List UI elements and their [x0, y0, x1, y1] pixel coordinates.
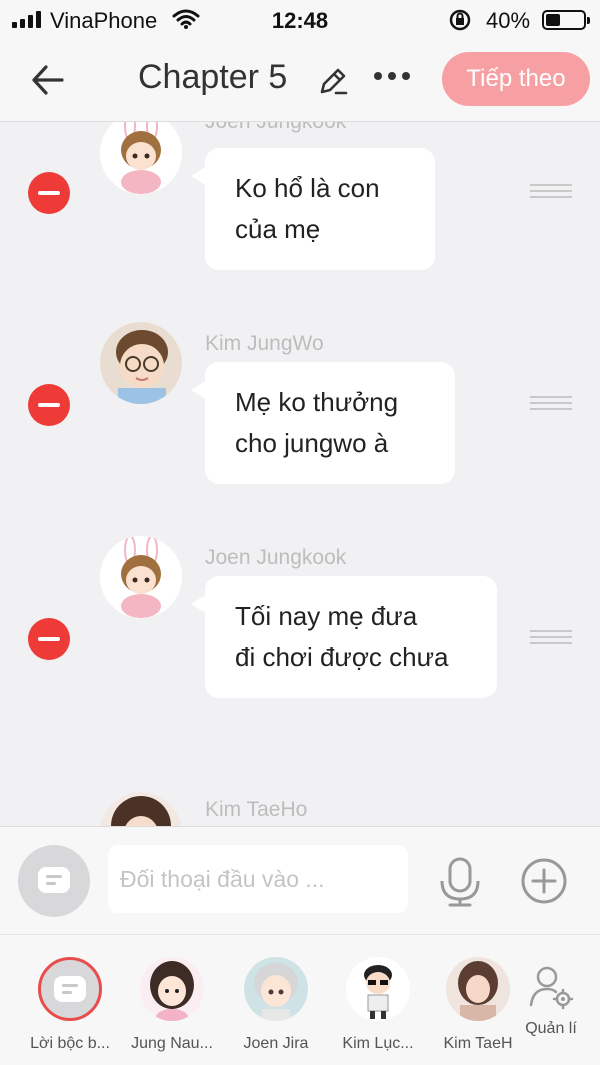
message-bubble[interactable]: Ko hổ là con của mẹ: [191, 148, 435, 270]
remove-message-button[interactable]: [28, 384, 70, 426]
remove-message-button[interactable]: [28, 172, 70, 214]
avatar[interactable]: [100, 122, 182, 194]
glasses-kid-avatar: [100, 322, 182, 404]
more-options-button[interactable]: [374, 72, 410, 80]
narration-icon: [38, 957, 102, 1021]
silver-hair-avatar: [244, 957, 308, 1021]
bunny-boy-avatar: [100, 536, 182, 618]
message-text: cho jungwo à: [235, 428, 389, 458]
sender-name: Kim JungWo: [205, 332, 324, 355]
character-name: Kim Lục...: [342, 1035, 414, 1052]
drag-handle[interactable]: [530, 396, 572, 414]
character-joen-jira[interactable]: Joen Jira: [228, 957, 324, 1053]
character-name: Joen Jira: [243, 1035, 309, 1052]
character-name: Quản lí: [525, 1020, 577, 1037]
avatar[interactable]: [100, 536, 182, 618]
character-bar: Lời bộc b... Jung Nau... Joen Jira Kim L…: [0, 934, 600, 1065]
next-button[interactable]: Tiếp theo: [442, 52, 590, 106]
photo-girl-avatar: [446, 957, 510, 1021]
message-text: Ko hổ là con: [235, 173, 380, 203]
sender-name: Kim TaeHo: [205, 798, 308, 821]
drag-handle[interactable]: [530, 630, 572, 648]
bunny-boy-avatar: [100, 122, 182, 194]
battery-percent: 40%: [486, 8, 531, 33]
character-name: Lời bộc b...: [30, 1035, 110, 1052]
manage-characters-button[interactable]: Quản lí: [506, 957, 596, 1038]
add-circle-icon[interactable]: [520, 857, 568, 905]
girl-char-avatar: [140, 957, 204, 1021]
battery-icon: [542, 10, 590, 30]
microphone-icon[interactable]: [436, 857, 484, 907]
chat-list: Joen Jungkook Ko hổ là con của mẹ Kim Ju…: [0, 122, 600, 826]
character-name: Jung Nau...: [131, 1035, 213, 1052]
girl-avatar: [100, 792, 182, 826]
avatar[interactable]: [100, 792, 182, 826]
character-narration[interactable]: Lời bộc b...: [22, 957, 118, 1053]
message-input-bar: [0, 826, 600, 934]
dialog-input[interactable]: [108, 845, 408, 913]
sender-name: Joen Jungkook: [205, 122, 346, 134]
avatar[interactable]: [100, 322, 182, 404]
sunglasses-avatar: [346, 957, 410, 1021]
message-text: của mẹ: [235, 214, 321, 244]
remove-message-button[interactable]: [28, 618, 70, 660]
speech-bubble-icon: [38, 867, 70, 893]
pencil-icon[interactable]: [316, 64, 350, 98]
status-bar: VinaPhone 12:48 40%: [0, 0, 600, 40]
message-bubble[interactable]: Mẹ ko thưởng cho jungwo à: [191, 362, 455, 484]
manage-user-icon: [529, 966, 574, 1010]
rotation-lock-icon: [449, 9, 471, 31]
character-kim-luc[interactable]: Kim Lục...: [330, 957, 426, 1053]
message-text: Tối nay mẹ đưa: [235, 601, 418, 631]
message-text: đi chơi được chưa: [235, 642, 449, 672]
page-title: Chapter 5: [138, 58, 288, 96]
message-text: Mẹ ko thưởng: [235, 387, 399, 417]
back-arrow-icon[interactable]: [28, 60, 68, 100]
battery-level: [546, 14, 561, 26]
app-header: Chapter 5 Tiếp theo: [0, 40, 600, 122]
character-jung-nau[interactable]: Jung Nau...: [124, 957, 220, 1053]
sender-name: Joen Jungkook: [205, 546, 347, 569]
message-bubble[interactable]: Tối nay mẹ đưa đi chơi được chưa: [191, 576, 497, 698]
narration-toggle-button[interactable]: [18, 845, 90, 917]
drag-handle[interactable]: [530, 184, 572, 202]
